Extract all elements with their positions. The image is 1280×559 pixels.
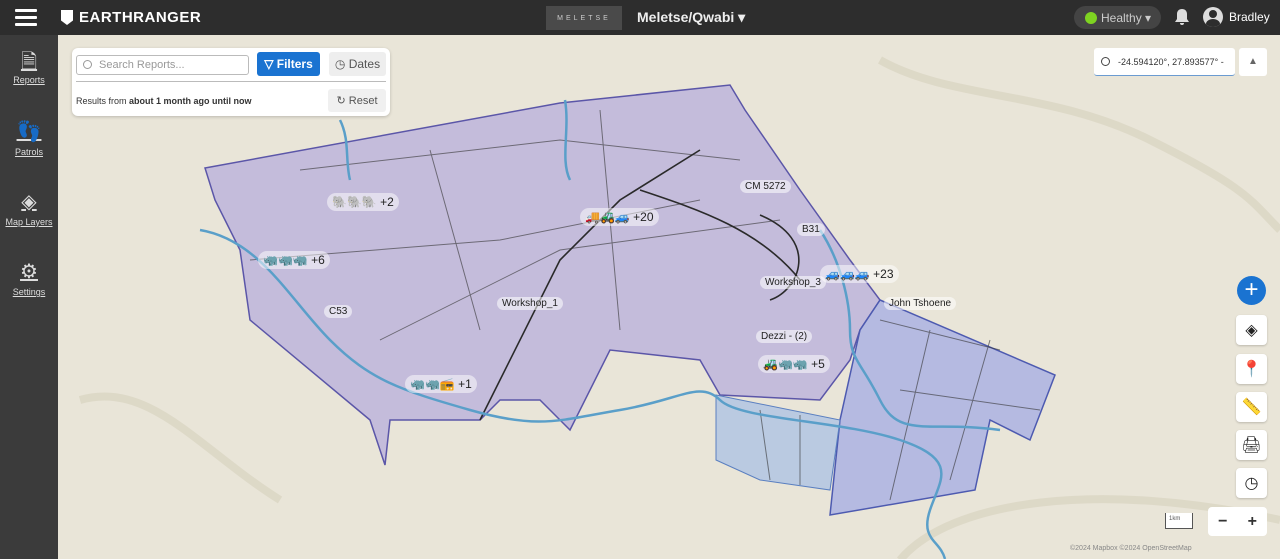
brand-name: EARTHRANGER bbox=[79, 9, 202, 26]
scale-bar: 1km bbox=[1165, 513, 1193, 529]
status-dot-icon bbox=[1085, 11, 1097, 24]
results-range: about 1 month ago until now bbox=[129, 96, 252, 106]
zoom-in-button[interactable]: + bbox=[1248, 513, 1257, 531]
site-selector[interactable]: Meletse/Qwabi ▾ bbox=[637, 9, 745, 26]
shield-icon bbox=[61, 10, 73, 25]
sidebar-item-map-layers[interactable]: ◈ Map Layers bbox=[0, 189, 58, 227]
avatar bbox=[1203, 7, 1223, 27]
clock-icon: ◷ bbox=[334, 57, 349, 71]
gear-icon: ⚙ bbox=[20, 261, 38, 283]
site-logo: MELETSE bbox=[546, 6, 622, 30]
divider bbox=[76, 81, 386, 82]
filters-button[interactable]: ▽ Filters bbox=[257, 52, 320, 76]
results-range-text: Results from about 1 month ago until now bbox=[76, 96, 252, 106]
ruler-button[interactable]: 📏 bbox=[1236, 392, 1267, 422]
cluster-count: +6 bbox=[311, 253, 325, 267]
dates-label: Dates bbox=[348, 57, 381, 71]
sidebar-item-label: Reports bbox=[13, 75, 45, 85]
cluster-count: +1 bbox=[458, 377, 472, 391]
sidebar-item-label: Settings bbox=[12, 287, 46, 297]
add-report-button[interactable]: + bbox=[1237, 276, 1266, 305]
subject-label[interactable]: Workshop_3 bbox=[760, 276, 826, 289]
cluster-count: +20 bbox=[633, 210, 654, 224]
results-prefix: Results from bbox=[76, 96, 130, 106]
zoom-control: − + bbox=[1208, 507, 1267, 536]
search-reports-input[interactable]: Search Reports... bbox=[76, 55, 249, 75]
subject-label[interactable]: Dezzi - (2) bbox=[756, 330, 813, 343]
filters-label: Filters bbox=[276, 57, 313, 71]
coordinate-search-input[interactable]: -24.594120°, 27.893577° - bbox=[1094, 48, 1235, 76]
layers-icon: ◈ bbox=[1245, 322, 1258, 339]
health-status-button[interactable]: Healthy ▾ bbox=[1074, 6, 1161, 29]
subject-label[interactable]: CM 5272 bbox=[740, 180, 791, 193]
menu-icon[interactable] bbox=[15, 5, 37, 30]
sidebar-item-settings[interactable]: ⚙ Settings bbox=[0, 259, 58, 297]
layers-icon: ◈ bbox=[21, 191, 37, 213]
compass-icon[interactable]: ▲ bbox=[1239, 48, 1267, 76]
sidebar-item-label: Map Layers bbox=[5, 217, 53, 227]
top-bar: EARTHRANGER MELETSE Meletse/Qwabi ▾ Heal… bbox=[0, 0, 1280, 35]
cluster-marker[interactable]: 🚜🦏🦏 +5 bbox=[758, 355, 830, 373]
map-pin-icon: 📍 bbox=[1241, 361, 1262, 378]
cluster-count: +2 bbox=[380, 195, 394, 209]
history-icon: ◷ bbox=[1244, 475, 1259, 492]
map-attribution[interactable]: ©2024 Mapbox ©2024 OpenStreetMap bbox=[1070, 545, 1192, 552]
print-button[interactable]: 🖨 bbox=[1236, 430, 1267, 460]
sidebar-item-reports[interactable]: 🗎 Reports bbox=[0, 47, 58, 85]
subject-label[interactable]: Workshop_1 bbox=[497, 297, 563, 310]
reset-button[interactable]: ↻ Reset bbox=[328, 89, 386, 112]
subject-label[interactable]: John Tshoene bbox=[884, 297, 957, 310]
refresh-icon: ↻ bbox=[336, 95, 349, 107]
health-label: Healthy ▾ bbox=[1101, 10, 1152, 25]
cluster-marker[interactable]: 🦏🦏📻 +1 bbox=[405, 375, 477, 393]
user-name: Bradley bbox=[1229, 10, 1270, 24]
location-button[interactable]: 📍 bbox=[1236, 354, 1267, 384]
cluster-marker[interactable]: 🐘🐘🐘 +2 bbox=[327, 193, 399, 211]
user-menu[interactable]: Bradley bbox=[1203, 7, 1270, 27]
bell-icon[interactable] bbox=[1174, 8, 1190, 26]
patrol-icon: 👣 bbox=[16, 121, 42, 143]
cluster-count: +5 bbox=[811, 357, 825, 371]
cluster-marker[interactable]: 🦏🦏🦏 +6 bbox=[258, 251, 330, 269]
reports-panel: Search Reports... ▽ Filters ◷ Dates Resu… bbox=[72, 48, 390, 116]
sidebar: 🗎 Reports 👣 Patrols ◈ Map Layers ⚙ Settings bbox=[0, 35, 58, 559]
layers-button[interactable]: ◈ bbox=[1236, 315, 1267, 345]
filter-icon: ▽ bbox=[264, 57, 277, 71]
cluster-marker[interactable]: 🚚🚜🚙 +20 bbox=[580, 208, 659, 226]
brand-logo: EARTHRANGER bbox=[61, 9, 201, 26]
sidebar-item-label: Patrols bbox=[14, 147, 43, 157]
reset-label: Reset bbox=[348, 94, 378, 107]
printer-icon: 🖨 bbox=[1241, 437, 1262, 454]
document-icon: 🗎 bbox=[20, 51, 38, 73]
subject-label[interactable]: C53 bbox=[324, 305, 353, 318]
subject-label[interactable]: B31 bbox=[797, 223, 825, 236]
cluster-marker[interactable]: 🚙🚙🚙 +23 bbox=[820, 265, 899, 283]
ruler-icon: 📏 bbox=[1241, 399, 1262, 416]
timeslider-button[interactable]: ◷ bbox=[1236, 468, 1267, 498]
zoom-out-button[interactable]: − bbox=[1218, 513, 1227, 531]
cluster-count: +23 bbox=[873, 267, 894, 281]
dates-button[interactable]: ◷ Dates bbox=[329, 52, 386, 76]
sidebar-item-patrols[interactable]: 👣 Patrols bbox=[0, 119, 58, 157]
